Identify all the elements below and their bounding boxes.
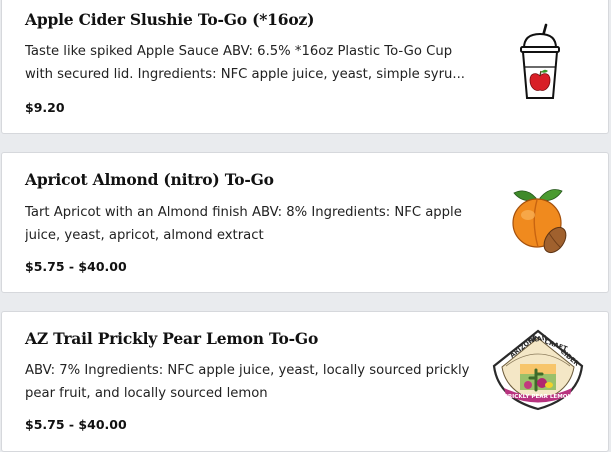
menu-item-description-line: Tart Apricot with an Almond finish ABV: …	[25, 205, 462, 220]
az-trail-badge-icon: ARIZONA TRAIL CRAFT CIDER PRICKLY PEAR L…	[490, 328, 586, 412]
menu-item-description: ABV: 7% Ingredients: NFC apple juice, ye…	[25, 359, 485, 405]
menu-item-description-line: Taste like spiked Apple Sauce ABV: 6.5% …	[25, 44, 453, 59]
menu-item-price: $5.75 - $40.00	[25, 417, 127, 432]
slushie-cup-icon	[500, 21, 580, 103]
menu-item-price: $9.20	[25, 100, 65, 115]
apricot-almond-icon	[500, 181, 580, 263]
menu-item-description-line: pear fruit, and locally sourced lemon	[25, 386, 268, 401]
badge-text-prickly-pear-lemon: PRICKLY PEAR LEMON	[504, 394, 573, 400]
menu-item-title: AZ Trail Prickly Pear Lemon To-Go	[25, 329, 319, 348]
menu-item-description: Tart Apricot with an Almond finish ABV: …	[25, 201, 485, 247]
menu-item-title: Apple Cider Slushie To-Go (*16oz)	[25, 10, 315, 29]
menu-item-card[interactable]: Apricot Almond (nitro) To-Go Tart Aprico…	[1, 152, 609, 293]
menu-item-title: Apricot Almond (nitro) To-Go	[25, 170, 274, 189]
menu-item-description-line: juice, yeast, apricot, almond extract	[25, 228, 264, 243]
menu-item-card[interactable]: Apple Cider Slushie To-Go (*16oz) Taste …	[1, 0, 609, 134]
menu-item-card[interactable]: AZ Trail Prickly Pear Lemon To-Go ABV: 7…	[1, 311, 609, 452]
menu-item-description-line: ABV: 7% Ingredients: NFC apple juice, ye…	[25, 363, 470, 378]
menu-item-price: $5.75 - $40.00	[25, 259, 127, 274]
menu-item-description: Taste like spiked Apple Sauce ABV: 6.5% …	[25, 40, 485, 86]
menu-item-description-line: with secured lid. Ingredients: NFC apple…	[25, 67, 465, 82]
menu-item-list: Apple Cider Slushie To-Go (*16oz) Taste …	[0, 0, 611, 452]
